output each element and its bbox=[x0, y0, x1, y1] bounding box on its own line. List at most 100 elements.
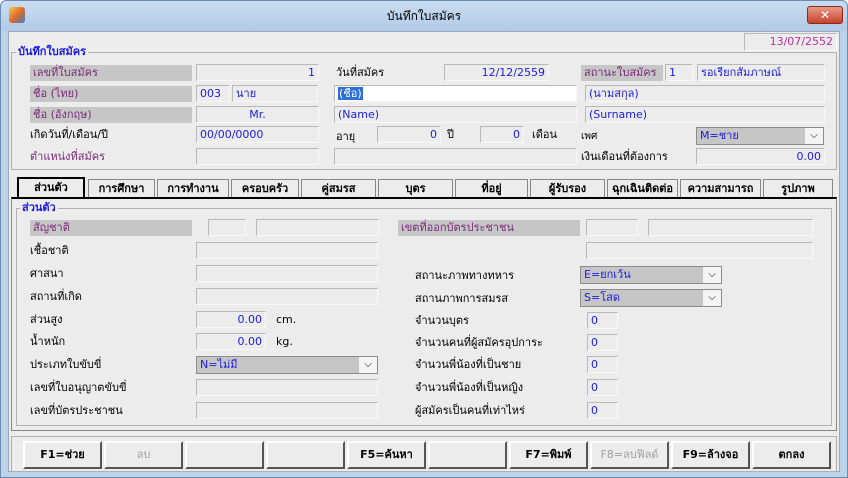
sisters-label: จำนวนพี่น้องที่เป็นหญิง bbox=[415, 381, 524, 394]
id-district-extra-field bbox=[586, 242, 813, 259]
age-years-field: 0 bbox=[377, 126, 441, 143]
id-no-input[interactable] bbox=[196, 402, 378, 419]
license-no-input[interactable] bbox=[196, 379, 378, 396]
years-unit: ปี bbox=[447, 128, 454, 141]
app-date-field[interactable]: 12/12/2559 bbox=[444, 64, 549, 81]
tab-skills[interactable]: ความสามารถ bbox=[680, 179, 761, 197]
marital-label: สถานภาพการสมรส bbox=[415, 292, 509, 305]
license-no-label: เลขที่ใบอนุญาตขับขี่ bbox=[30, 381, 127, 394]
marital-select[interactable]: S=โสด ⌵ bbox=[580, 289, 722, 307]
close-button[interactable]: ✕ bbox=[807, 6, 843, 24]
id-district-code-field[interactable] bbox=[586, 219, 638, 236]
status-code-field[interactable]: 1 bbox=[665, 64, 693, 81]
weight-label: น้ำหนัก bbox=[30, 335, 66, 348]
tab-personal[interactable]: ส่วนตัว bbox=[17, 177, 85, 198]
tab-emergency-contact[interactable]: ฉุกเฉินติดต่อ bbox=[607, 179, 678, 197]
f6-button[interactable] bbox=[428, 441, 507, 469]
dependents-label: จำนวนคนที่ผู้สมัครอุปการะ bbox=[415, 336, 543, 349]
weight-input[interactable]: 0.00 bbox=[196, 333, 266, 350]
months-unit: เดือน bbox=[532, 128, 558, 141]
nationality-code-field[interactable] bbox=[208, 219, 246, 236]
window-title: บันทึกใบสมัคร bbox=[386, 9, 462, 23]
first-name-th-input[interactable]: (ชื่อ) bbox=[334, 85, 577, 102]
license-type-select[interactable]: N=ไม่มี ⌵ bbox=[196, 356, 378, 374]
application-group-title: บันทึกใบสมัคร bbox=[16, 45, 88, 59]
birth-date-input[interactable]: 00/00/0000 bbox=[196, 126, 319, 143]
tab-photo[interactable]: รูปภาพ bbox=[763, 179, 833, 197]
salary-input[interactable]: 0.00 bbox=[696, 148, 825, 165]
race-label: เชื้อชาติ bbox=[30, 244, 69, 257]
status-text-field: รอเรียกสัมภาษณ์ bbox=[697, 64, 825, 81]
f4-button[interactable] bbox=[266, 441, 345, 469]
first-name-en-input[interactable]: (Name) bbox=[334, 106, 577, 123]
sex-select[interactable]: M=ชาย ⌵ bbox=[696, 127, 824, 145]
ok-button[interactable]: ตกลง bbox=[752, 441, 831, 469]
personal-group-title: ส่วนตัว bbox=[20, 201, 58, 215]
title-th-field: นาย bbox=[232, 85, 318, 102]
birth-order-input[interactable]: 0 bbox=[587, 402, 618, 419]
nationality-label: สัญชาติ bbox=[30, 220, 192, 236]
religion-label: ศาสนา bbox=[30, 267, 64, 280]
clear-field-button[interactable]: F8=ลบฟิลด์ bbox=[590, 441, 669, 469]
help-button[interactable]: F1=ช่วย bbox=[23, 441, 102, 469]
print-button[interactable]: F7=พิมพ์ bbox=[509, 441, 588, 469]
sex-label: เพศ bbox=[581, 131, 598, 142]
race-input[interactable] bbox=[196, 242, 378, 259]
tab-work[interactable]: การทำงาน bbox=[157, 179, 229, 197]
id-district-name-field bbox=[648, 219, 813, 236]
religion-input[interactable] bbox=[196, 265, 378, 282]
chevron-down-icon: ⌵ bbox=[703, 290, 721, 306]
id-no-label: เลขที่บัตรประชาชน bbox=[30, 404, 123, 417]
app-no-field[interactable]: 1 bbox=[196, 64, 319, 81]
weight-unit: kg. bbox=[276, 335, 293, 348]
tab-address[interactable]: ที่อยู่ bbox=[455, 179, 528, 197]
f3-button[interactable] bbox=[185, 441, 264, 469]
title-bar[interactable]: บันทึกใบสมัคร ✕ bbox=[1, 1, 847, 31]
tab-education[interactable]: การศึกษา bbox=[88, 179, 155, 197]
chevron-down-icon: ⌵ bbox=[703, 267, 721, 283]
height-label: ส่วนสูง bbox=[30, 313, 63, 326]
brothers-label: จำนวนพี่น้องที่เป็นชาย bbox=[415, 358, 522, 371]
last-name-th-input[interactable]: (นามสกุล) bbox=[585, 85, 825, 102]
title-en-field: Mr. bbox=[196, 106, 319, 123]
license-type-label: ประเภทใบขับขี่ bbox=[30, 358, 102, 371]
application-window: บันทึกใบสมัคร ✕ 13/07/2552 บันทึกใบสมัคร… bbox=[0, 0, 848, 478]
app-date-label: วันที่สมัคร bbox=[336, 66, 385, 79]
height-unit: cm. bbox=[276, 313, 297, 326]
military-select[interactable]: E=ยกเว้น ⌵ bbox=[580, 266, 722, 284]
children-label: จำนวนบุตร bbox=[415, 314, 469, 327]
age-label: อายุ bbox=[336, 130, 356, 143]
name-en-label: ชื่อ (อังกฤษ) bbox=[30, 107, 192, 123]
current-date: 13/07/2552 bbox=[744, 33, 837, 51]
title-code-field[interactable]: 003 bbox=[196, 85, 230, 102]
birthplace-input[interactable] bbox=[196, 288, 378, 305]
salary-label: เงินเดือนที่ต้องการ bbox=[581, 150, 668, 163]
app-no-label: เลขที่ใบสมัคร bbox=[30, 65, 192, 81]
brothers-input[interactable]: 0 bbox=[587, 356, 618, 373]
name-th-label: ชื่อ (ไทย) bbox=[30, 86, 192, 102]
birth-order-label: ผู้สมัครเป็นคนที่เท่าไหร่ bbox=[415, 404, 525, 417]
birthplace-label: สถานที่เกิด bbox=[30, 290, 82, 303]
birth-label: เกิดวันที่/เดือน/ปี bbox=[30, 128, 108, 141]
position-name-field bbox=[334, 148, 577, 165]
chevron-down-icon: ⌵ bbox=[805, 128, 823, 144]
dependents-input[interactable]: 0 bbox=[587, 334, 618, 351]
tab-children[interactable]: บุตร bbox=[378, 179, 453, 197]
tab-family[interactable]: ครอบครัว bbox=[231, 179, 299, 197]
nationality-name-field bbox=[256, 219, 379, 236]
children-input[interactable]: 0 bbox=[587, 312, 618, 329]
delete-button[interactable]: ลบ bbox=[104, 441, 183, 469]
sisters-input[interactable]: 0 bbox=[587, 379, 618, 396]
id-district-label: เขตที่ออกบัตรประชาชน bbox=[398, 220, 580, 236]
clear-screen-button[interactable]: F9=ล้างจอ bbox=[671, 441, 750, 469]
search-button[interactable]: F5=ค้นหา bbox=[347, 441, 426, 469]
height-input[interactable]: 0.00 bbox=[196, 311, 266, 328]
last-name-en-input[interactable]: (Surname) bbox=[585, 106, 825, 123]
tab-guarantor[interactable]: ผู้รับรอง bbox=[530, 179, 605, 197]
age-months-field: 0 bbox=[480, 126, 524, 143]
tab-spouse[interactable]: คู่สมรส bbox=[301, 179, 376, 197]
position-code-field[interactable] bbox=[196, 148, 319, 165]
form-area: 13/07/2552 บันทึกใบสมัคร เลขที่ใบสมัคร 1… bbox=[8, 31, 840, 472]
military-label: สถานะภาพทางทหาร bbox=[415, 269, 515, 282]
chevron-down-icon: ⌵ bbox=[359, 357, 377, 373]
